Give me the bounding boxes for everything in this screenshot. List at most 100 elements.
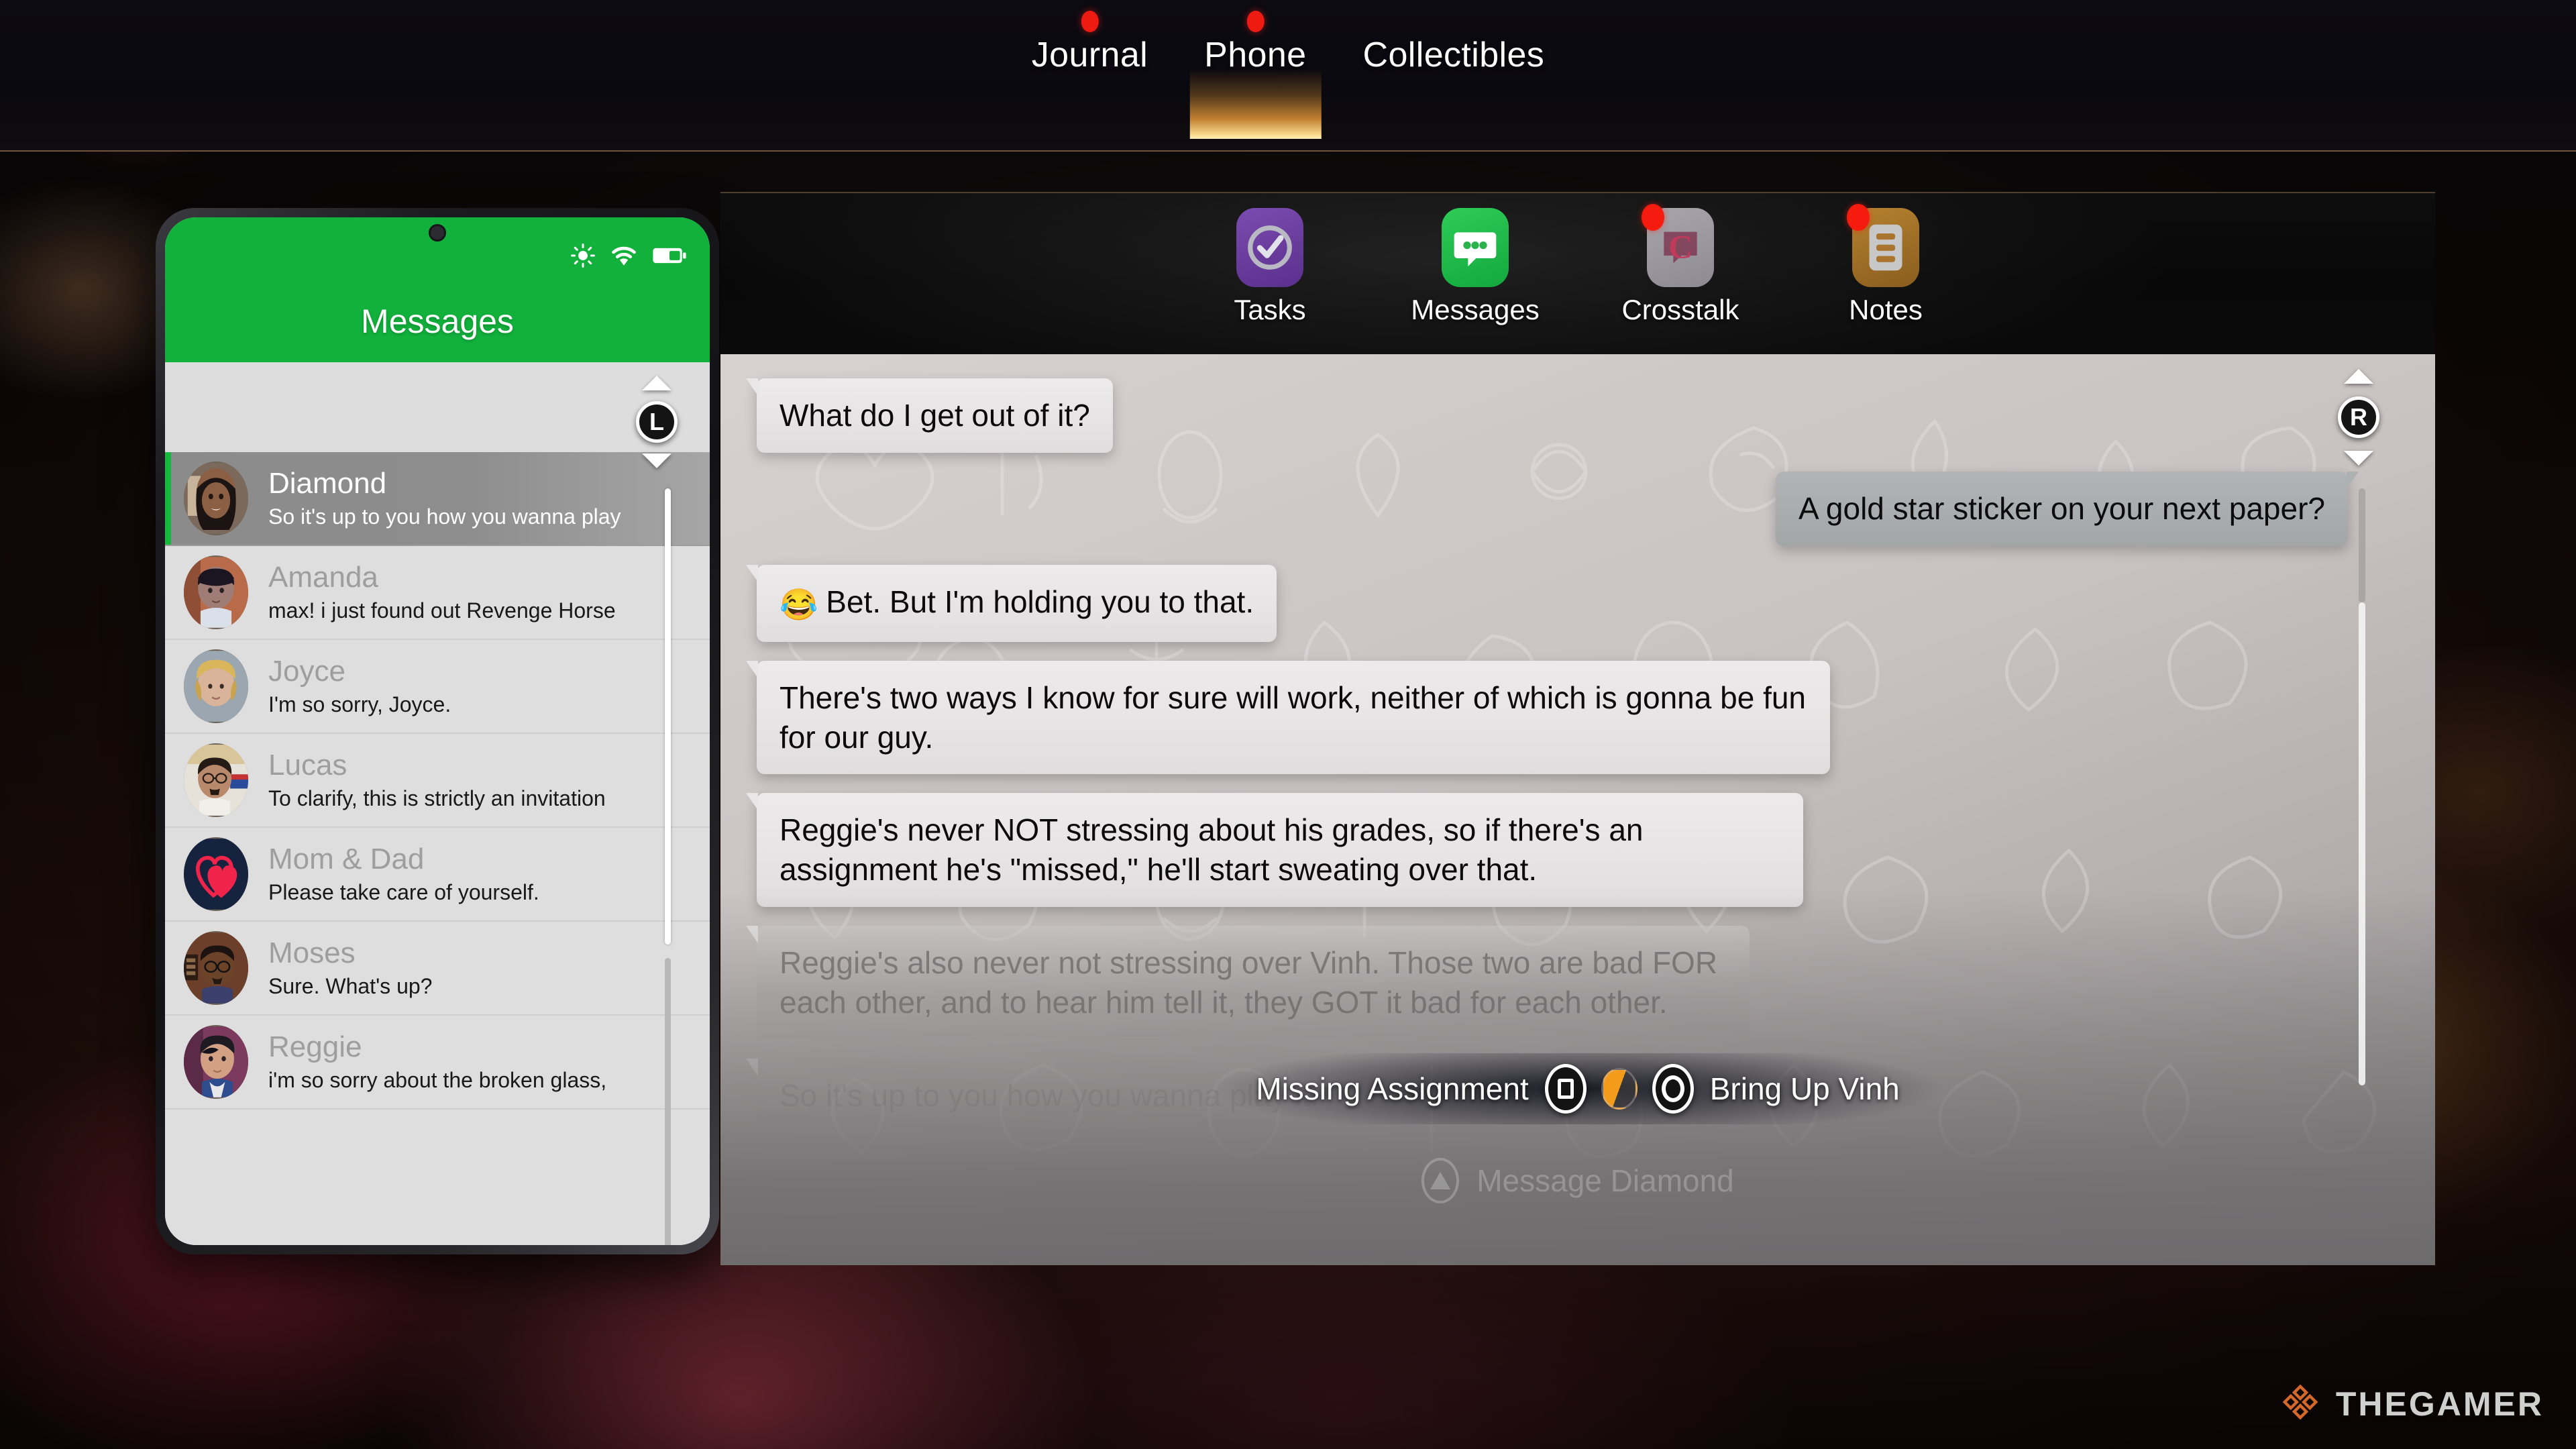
tab-phone-label: Phone: [1204, 36, 1307, 74]
amanda-avatar: [184, 555, 248, 629]
dialogue-choices: Missing Assignment Bring Up Vinh: [1202, 1053, 1953, 1124]
square-button-icon[interactable]: [1544, 1064, 1587, 1114]
phone-conversation-list[interactable]: Diamond So it's up to you how you wanna …: [165, 452, 710, 1245]
left-bumper-scroll-hint[interactable]: L: [632, 376, 682, 468]
message-bubble-incoming-faded: Reggie's also never not stressing over V…: [746, 926, 1750, 1040]
notification-badge-icon: [1642, 204, 1664, 231]
app-messages[interactable]: Messages: [1401, 208, 1549, 326]
scroll-down-arrow-icon[interactable]: [642, 453, 672, 468]
phone-detail-panel: Tasks Messages C Crosstalk Notes What do…: [720, 192, 2435, 1265]
app-crosstalk[interactable]: C Crosstalk: [1607, 204, 1754, 326]
message-bubble-incoming: There's two ways I know for sure will wo…: [746, 660, 1830, 775]
list-item[interactable]: Moses Sure. What's up?: [165, 922, 710, 1016]
scroll-down-arrow-icon[interactable]: [2344, 451, 2373, 466]
joyce-avatar: [184, 649, 248, 723]
square-glyph-icon: [1557, 1079, 1574, 1099]
l-bumper-icon[interactable]: L: [636, 401, 678, 443]
scroll-up-arrow-icon[interactable]: [2344, 369, 2373, 384]
laughing-emoji-icon: 😂: [780, 586, 818, 622]
watermark-text: THEGAMER: [2335, 1385, 2544, 1423]
top-navigation-bar: Journal Phone Collectibles: [0, 0, 2576, 152]
list-item-text: Moses Sure. What's up?: [268, 937, 690, 1000]
messages-app-icon: [1442, 208, 1509, 287]
list-item-text: Amanda max! i just found out Revenge Hor…: [268, 561, 690, 624]
message-bubble-incoming: What do I get out of it?: [746, 378, 1113, 453]
phone-header: Messages: [165, 217, 710, 362]
tab-phone[interactable]: Phone: [1176, 11, 1334, 75]
tab-collectibles[interactable]: Collectibles: [1335, 35, 1573, 75]
chat-message: Reggie's also never not stressing over V…: [746, 926, 2355, 1040]
contact-preview: To clarify, this is strictly an invitati…: [268, 786, 606, 811]
notification-dot-icon: [1246, 11, 1265, 32]
r-bumper-icon[interactable]: R: [2338, 396, 2379, 438]
brightness-icon: [570, 243, 596, 272]
message-bubble-incoming: Reggie's never NOT stressing about his g…: [746, 793, 1803, 908]
battery-icon: [652, 246, 687, 269]
app-notes[interactable]: Notes: [1812, 204, 1960, 326]
contact-preview: max! i just found out Revenge Horse: [268, 598, 616, 623]
list-item[interactable]: Joyce I'm so sorry, Joyce.: [165, 640, 710, 734]
list-item[interactable]: Diamond So it's up to you how you wanna …: [165, 452, 710, 546]
notes-app-icon: [1847, 204, 1919, 287]
lucas-avatar: [184, 743, 248, 817]
contact-name: Mom & Dad: [268, 842, 425, 875]
circle-button-icon[interactable]: [1652, 1064, 1694, 1114]
phone-app-title: Messages: [361, 303, 514, 340]
phone-status-bar: [570, 243, 687, 272]
front-camera-icon: [429, 224, 446, 241]
contact-preview: Please take care of yourself.: [268, 880, 539, 905]
scrollbar-thumb[interactable]: [2359, 602, 2365, 1085]
phone-device: Messages Diamond So it's up to you how y…: [156, 208, 719, 1254]
list-item[interactable]: Lucas To clarify, this is strictly an in…: [165, 734, 710, 828]
app-switcher-bar: Tasks Messages C Crosstalk Notes: [720, 193, 2435, 354]
moses-avatar: [184, 931, 248, 1005]
choice-timer-icon: [1601, 1068, 1638, 1110]
list-item-text: Mom & Dad Please take care of yourself.: [268, 843, 690, 906]
contact-preview: I'm so sorry, Joyce.: [268, 692, 451, 717]
notification-badge-icon: [1847, 204, 1870, 231]
wifi-icon: [609, 244, 639, 271]
chat-message-list: What do I get out of it? A gold star sti…: [720, 354, 2435, 1152]
chat-thread[interactable]: What do I get out of it? A gold star sti…: [720, 354, 2435, 1265]
tab-journal-label: Journal: [1031, 36, 1148, 74]
phone-list-spacer: [165, 362, 710, 452]
hearts-avatar: [184, 837, 248, 911]
tab-collectibles-label: Collectibles: [1362, 36, 1545, 74]
contact-name: Amanda: [268, 560, 378, 594]
right-bumper-scroll-hint[interactable]: R: [2332, 369, 2385, 466]
thegamer-logo-icon: [2279, 1381, 2321, 1426]
chat-message: What do I get out of it?: [746, 378, 2355, 453]
app-tasks[interactable]: Tasks: [1196, 208, 1344, 326]
contact-preview: i'm so sorry about the broken glass,: [268, 1068, 607, 1093]
chat-message: A gold star sticker on your next paper?: [757, 471, 2359, 546]
contact-preview: Sure. What's up?: [268, 974, 433, 999]
contact-name: Diamond: [268, 466, 387, 500]
triangle-button-icon[interactable]: [1421, 1158, 1460, 1203]
list-item[interactable]: Amanda max! i just found out Revenge Hor…: [165, 546, 710, 640]
list-item[interactable]: Reggie i'm so sorry about the broken gla…: [165, 1016, 710, 1110]
scrollbar-track: [2359, 488, 2365, 602]
tasks-app-icon: [1236, 208, 1303, 287]
scrollbar-thumb[interactable]: [665, 488, 671, 945]
app-tasks-label: Tasks: [1234, 294, 1306, 325]
list-item[interactable]: Mom & Dad Please take care of yourself.: [165, 828, 710, 922]
reggie-avatar: [184, 1025, 248, 1099]
scroll-up-arrow-icon[interactable]: [642, 376, 672, 390]
chat-message: There's two ways I know for sure will wo…: [746, 660, 2355, 775]
message-text: Bet. But I'm holding you to that.: [826, 584, 1254, 619]
svg-text:C: C: [1668, 227, 1693, 265]
list-item-text: Diamond So it's up to you how you wanna …: [268, 468, 690, 530]
phone-list-scrollbar[interactable]: [665, 488, 671, 1245]
choice-bring-up-vinh[interactable]: Bring Up Vinh: [1652, 1064, 1900, 1114]
contact-name: Lucas: [268, 748, 347, 782]
tab-journal[interactable]: Journal: [1004, 11, 1176, 75]
choice-left-label: Missing Assignment: [1256, 1071, 1529, 1106]
choice-missing-assignment[interactable]: Missing Assignment: [1256, 1064, 1587, 1114]
chat-message: Reggie's never NOT stressing about his g…: [746, 793, 2355, 908]
scrollbar-track: [665, 958, 671, 1245]
contact-preview: So it's up to you how you wanna play: [268, 504, 621, 529]
circle-glyph-icon: [1661, 1075, 1684, 1102]
list-item-text: Lucas To clarify, this is strictly an in…: [268, 749, 690, 812]
message-action-prompt[interactable]: Message Diamond: [1421, 1158, 1734, 1203]
chat-message: 😂 Bet. But I'm holding you to that.: [745, 564, 2355, 642]
